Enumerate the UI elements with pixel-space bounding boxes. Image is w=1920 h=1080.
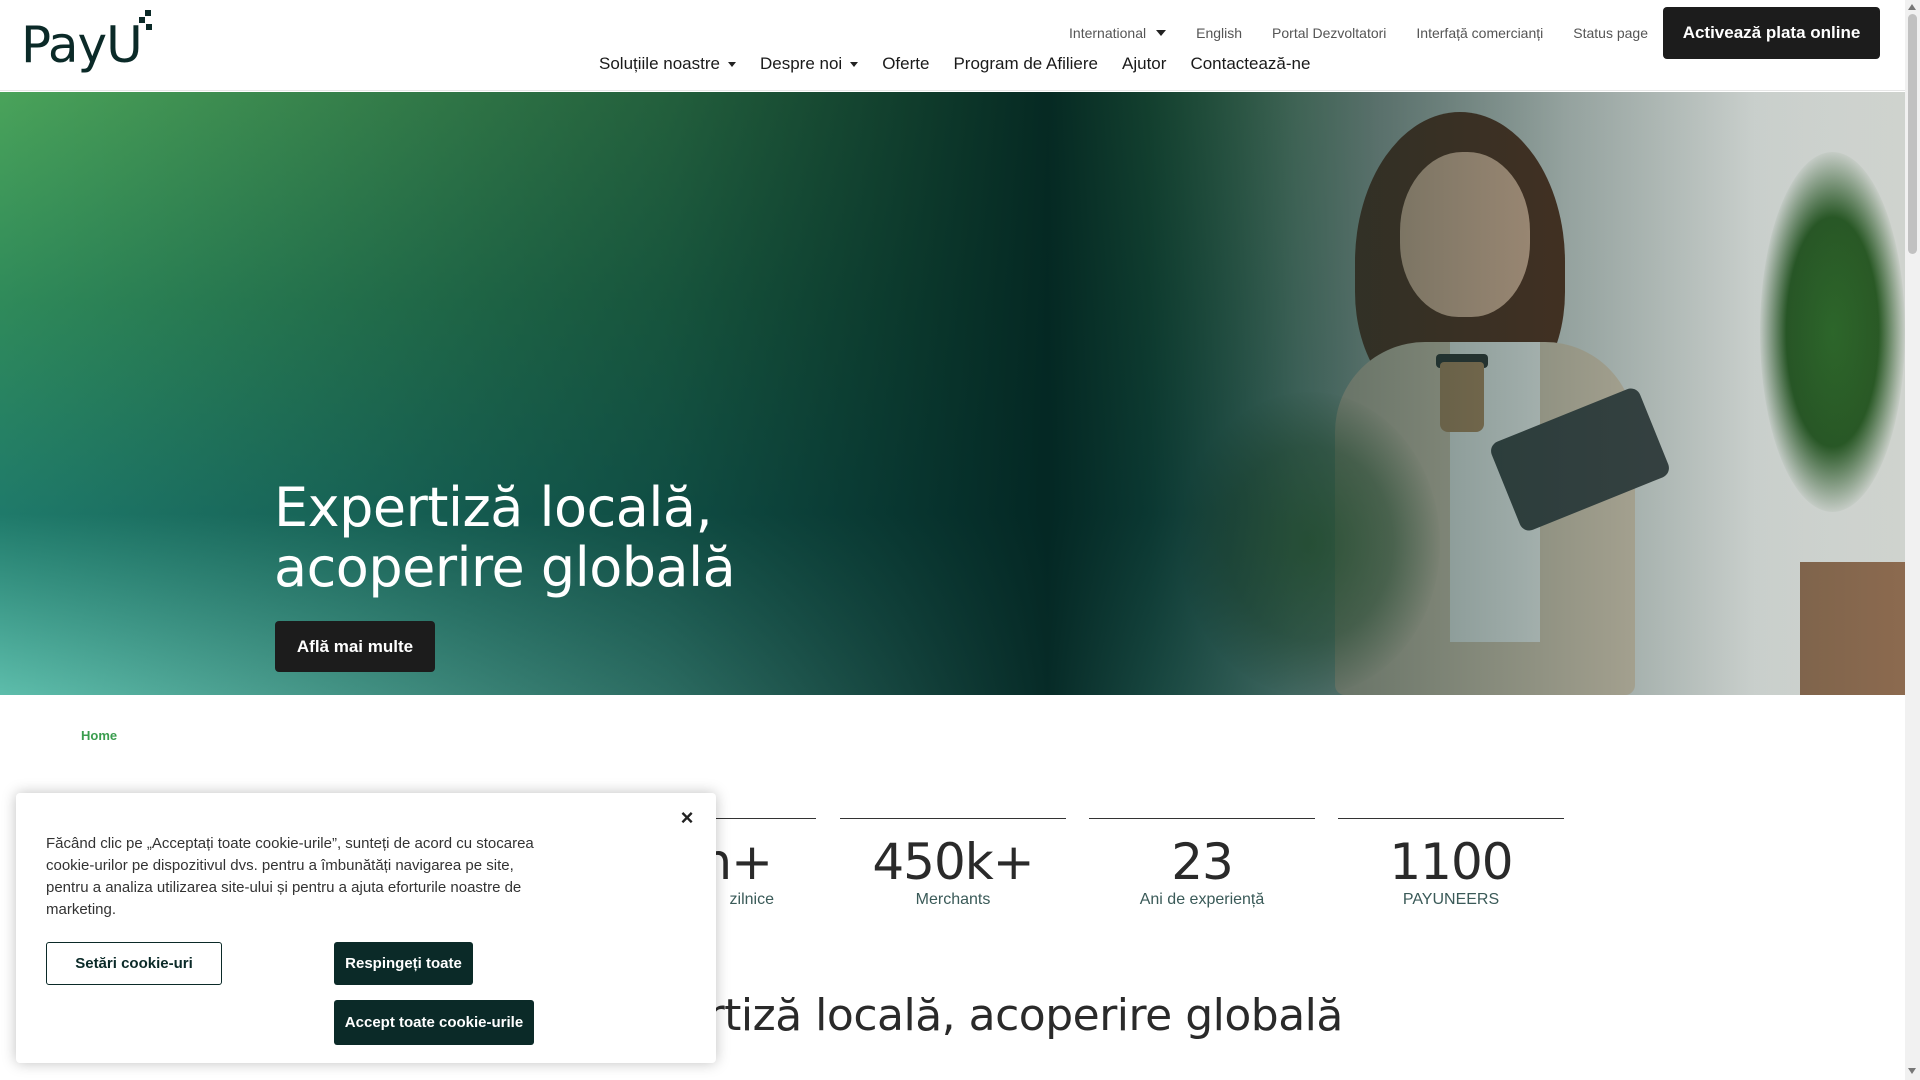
nav-offers[interactable]: Oferte	[882, 54, 929, 74]
hero-banner	[0, 92, 1905, 695]
merchant-panel-link[interactable]: Interfață comercianți	[1416, 25, 1543, 41]
hero-title: Expertiză locală, acoperire globală	[274, 478, 974, 598]
top-utility-nav: International English Portal Dezvoltator…	[1069, 22, 1648, 44]
learn-more-button[interactable]: Află mai multe	[275, 621, 435, 672]
section-title: ertiză locală, acoperire globală	[680, 990, 1343, 1041]
stat-payuneers: 1100 PAYUNEERS	[1338, 818, 1564, 909]
cookie-consent-text: Făcând clic pe „Acceptați toate cookie-u…	[46, 835, 534, 918]
logo-dots-icon	[139, 10, 153, 40]
stat-value: 450k+	[872, 833, 1034, 891]
scroll-up-arrow-icon[interactable]	[1908, 4, 1916, 10]
stat-merchants: 450k+ Merchants	[840, 818, 1066, 909]
site-header: PayU International English Portal Dezvol…	[0, 0, 1905, 91]
scrollbar-thumb[interactable]	[1908, 14, 1917, 254]
main-nav: Soluțiile noastre Despre noi Oferte Prog…	[599, 52, 1334, 76]
caret-down-icon	[850, 61, 859, 67]
stat-value: 1100	[1389, 833, 1513, 891]
close-icon[interactable]: ×	[674, 805, 700, 831]
hero-title-line-1: Expertiză locală,	[274, 476, 713, 539]
english-link[interactable]: English	[1196, 25, 1242, 41]
stat-label: Merchants	[915, 891, 991, 908]
nav-solutions-label: Soluțiile noastre	[599, 54, 720, 73]
page-scrollbar[interactable]	[1905, 0, 1920, 1080]
nav-contact[interactable]: Contactează-ne	[1190, 54, 1310, 74]
page: PayU International English Portal Dezvol…	[0, 0, 1920, 1080]
scroll-down-arrow-icon[interactable]	[1908, 1068, 1916, 1074]
stat-label: Ani de experiență	[1139, 891, 1265, 908]
nav-about[interactable]: Despre noi	[759, 54, 859, 74]
nav-solutions[interactable]: Soluțiile noastre	[599, 54, 736, 74]
international-label: International	[1069, 25, 1147, 41]
stat-value: 23	[1171, 833, 1234, 891]
caret-down-icon	[727, 61, 736, 67]
reject-all-button[interactable]: Respingeți toate	[334, 942, 473, 985]
international-dropdown[interactable]: International	[1069, 25, 1167, 41]
accept-all-cookies-button[interactable]: Accept toate cookie-urile	[334, 1000, 534, 1045]
status-page-link[interactable]: Status page	[1573, 25, 1648, 41]
caret-down-icon	[1156, 30, 1167, 36]
logo-text: PayU	[21, 16, 143, 74]
breadcrumb-home[interactable]: Home	[81, 728, 117, 743]
nav-about-label: Despre noi	[759, 54, 843, 73]
cookie-settings-button[interactable]: Setări cookie-uri	[46, 942, 222, 985]
stat-label: PAYUNEERS	[1402, 891, 1500, 908]
hero-title-line-2: acoperire globală	[274, 536, 736, 599]
hero-gradient-overlay	[0, 92, 1905, 695]
activate-online-payment-button[interactable]: Activează plata online	[1663, 7, 1880, 59]
stat-years: 23 Ani de experiență	[1089, 818, 1315, 909]
nav-affiliate[interactable]: Program de Afiliere	[953, 54, 1098, 74]
developer-portal-link[interactable]: Portal Dezvoltatori	[1272, 25, 1386, 41]
payu-logo[interactable]: PayU	[21, 10, 156, 76]
cookie-consent-banner: Făcând clic pe „Acceptați toate cookie-u…	[16, 793, 716, 1063]
nav-help[interactable]: Ajutor	[1122, 54, 1166, 74]
